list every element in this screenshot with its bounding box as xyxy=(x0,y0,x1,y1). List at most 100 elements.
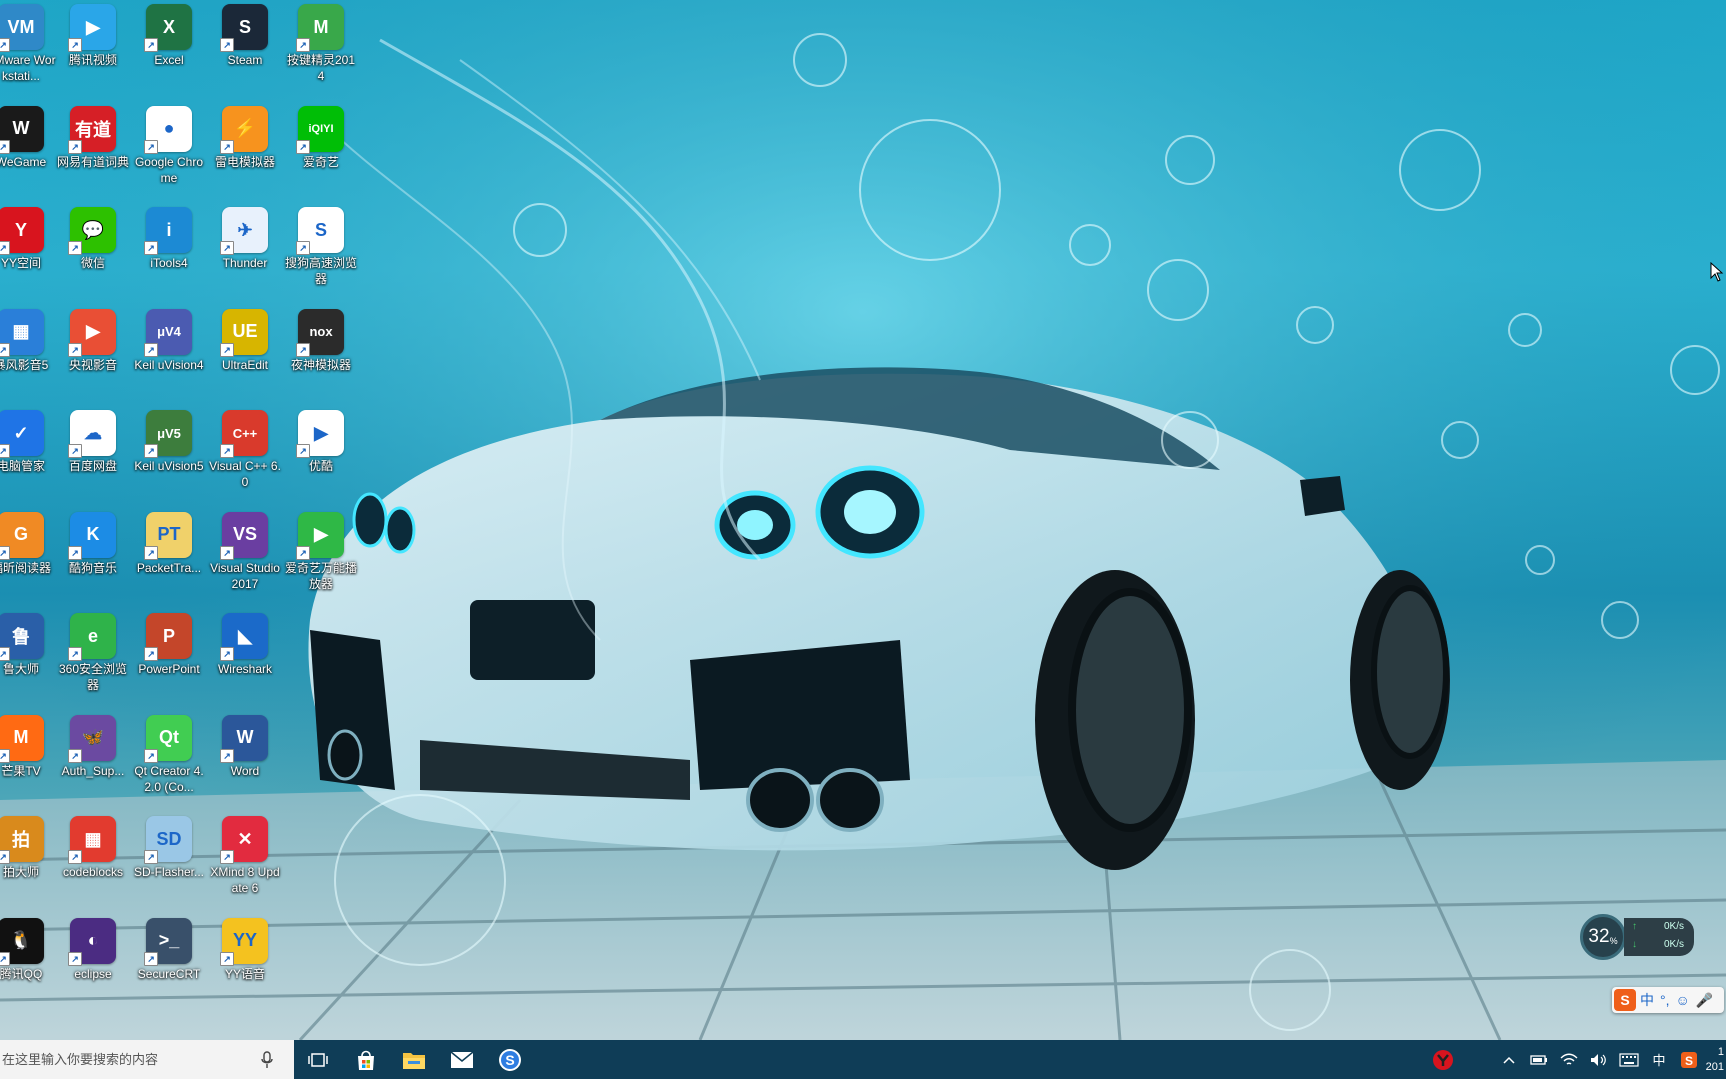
desktop-icon-label: Keil uVision5 xyxy=(134,459,204,473)
desktop-icon-qq[interactable]: 🐧 ↗ 腾讯QQ xyxy=(0,914,59,1010)
shortcut-arrow-icon: ↗ xyxy=(220,342,234,357)
desktop-icon-iqiyi-player[interactable]: ▶ ↗ 爱奇艺万能播放器 xyxy=(283,508,359,604)
desktop-icon-mango-tv[interactable]: M ↗ 芒果TV xyxy=(0,711,59,807)
desktop-icon-sd-flasher[interactable]: SD ↗ SD-Flasher... xyxy=(131,812,207,908)
yy-tray-icon xyxy=(1433,1049,1453,1070)
task-view-icon xyxy=(308,1052,328,1067)
cpu-usage-ring[interactable]: 32% xyxy=(1580,914,1626,960)
shortcut-arrow-icon: ↗ xyxy=(220,647,234,661)
desktop-icon-wechat[interactable]: 💬 ↗ 微信 xyxy=(55,203,131,299)
desktop-icon-label: Thunder xyxy=(222,256,268,270)
taskbar-store-button[interactable] xyxy=(342,1040,390,1079)
task-view-button[interactable] xyxy=(294,1040,342,1079)
shortcut-arrow-icon: ↗ xyxy=(220,139,234,154)
desktop-icon-leidian[interactable]: ⚡ ↗ 雷电模拟器 xyxy=(207,102,283,198)
desktop-icon-sogou-browser[interactable]: S ↗ 搜狗高速浏览器 xyxy=(283,203,359,299)
desktop-icon-label: 酷狗音乐 xyxy=(68,560,117,575)
desktop-icon-label: Visual C++ 6.0 xyxy=(209,459,281,489)
desktop-icon-yy-space[interactable]: Y ↗ YY空间 xyxy=(0,203,59,299)
desktop-icon-wireshark[interactable]: ◣ ↗ Wireshark xyxy=(207,609,283,705)
desktop-icon-paidashi[interactable]: 拍 ↗ 拍大师 xyxy=(0,812,59,908)
desktop-icon-label: 360安全浏览器 xyxy=(58,662,128,692)
shortcut-arrow-icon: ↗ xyxy=(220,38,234,52)
shortcut-arrow-icon: ↗ xyxy=(0,241,10,255)
sogou-ime-toolbar[interactable]: S 中 °, ☺ 🎤 xyxy=(1612,987,1724,1013)
shortcut-arrow-icon: ↗ xyxy=(0,444,10,458)
shortcut-arrow-icon: ↗ xyxy=(220,545,234,560)
desktop-icon-baidu-netdisk[interactable]: ☁ ↗ 百度网盘 xyxy=(55,406,131,502)
desktop-icon-youku[interactable]: ▶ ↗ 优酷 xyxy=(283,406,359,502)
desktop-icon-steam[interactable]: S ↗ Steam xyxy=(207,0,283,96)
taskbar-clock[interactable]: 1 201 xyxy=(1704,1045,1726,1075)
taskbar-search-box[interactable] xyxy=(0,1040,294,1079)
taskbar-file-explorer-button[interactable] xyxy=(390,1040,438,1079)
ime-emoji-icon[interactable]: ☺ xyxy=(1676,992,1690,1008)
desktop-icon-itools[interactable]: i ↗ iTools4 xyxy=(131,203,207,299)
desktop-icon-thunder[interactable]: ✈ ↗ Thunder xyxy=(207,203,283,299)
desktop-icon-xmind[interactable]: ✕ ↗ XMind 8 Update 6 xyxy=(207,812,283,908)
desktop-icon-label: YY语音 xyxy=(224,966,265,981)
shortcut-arrow-icon: ↗ xyxy=(220,444,234,458)
desktop-icon-qt-creator[interactable]: Qt ↗ Qt Creator 4.2.0 (Co... xyxy=(131,711,207,807)
sogou-tray-button[interactable]: S xyxy=(1674,1040,1704,1079)
desktop-icon-anjian[interactable]: M ↗ 按键精灵2014 xyxy=(283,0,359,96)
microphone-icon[interactable] xyxy=(260,1050,274,1069)
taskbar-mail-button[interactable] xyxy=(438,1040,486,1079)
desktop-icon-iqiyi[interactable]: iQIYI ↗ 爱奇艺 xyxy=(283,102,359,198)
desktop-icon-ultraedit[interactable]: UE ↗ UltraEdit xyxy=(207,305,283,401)
desktop-icon-visual-studio[interactable]: VS ↗ Visual Studio 2017 xyxy=(207,508,283,604)
desktop-icon-label: Excel xyxy=(154,53,184,67)
desktop-icon-tencent-video[interactable]: ▶ ↗ 腾讯视频 xyxy=(55,0,131,96)
desktop-icon-foxit[interactable]: G↗福昕阅读器 xyxy=(0,508,59,604)
baidu-netdisk-icon: ☁ ↗ xyxy=(68,410,116,458)
desktop-icon-label: iTools4 xyxy=(150,256,188,270)
desktop-icon-codeblocks[interactable]: ▦ ↗ codeblocks xyxy=(55,812,131,908)
show-hidden-icons-button[interactable] xyxy=(1494,1040,1524,1079)
taskbar-sogou-browser-button[interactable]: S xyxy=(486,1040,534,1079)
desktop-icon-packet-tracer[interactable]: PT ↗ PacketTra... xyxy=(131,508,207,604)
volume-tray-button[interactable] xyxy=(1584,1040,1614,1079)
search-input[interactable] xyxy=(0,1043,254,1076)
desktop-icon-vmware[interactable]: VM↗VMware Workstati... xyxy=(0,0,59,96)
shortcut-arrow-icon: ↗ xyxy=(144,545,158,560)
desktop-icon-yy-voice[interactable]: YY ↗ YY语音 xyxy=(207,914,283,1010)
shortcut-arrow-icon: ↗ xyxy=(0,850,10,864)
desktop-icon-label: 腾讯QQ xyxy=(0,966,43,981)
desktop-icon-label: 微信 xyxy=(80,256,105,270)
desktop-icon-excel[interactable]: X ↗ Excel xyxy=(131,0,207,96)
desktop-icon-label: eclipse xyxy=(74,966,112,981)
ime-mode-toggle[interactable]: 中 xyxy=(1640,990,1654,1010)
battery-tray-button[interactable] xyxy=(1524,1040,1554,1079)
desktop-icon-eclipse[interactable]: ◐ ↗ eclipse xyxy=(55,914,131,1010)
svg-text:S: S xyxy=(1685,1054,1693,1068)
touch-keyboard-button[interactable] xyxy=(1614,1040,1644,1079)
desktop-icon-pc-manager[interactable]: ✓ ↗ 电脑管家 xyxy=(0,406,59,502)
desktop-icon-word[interactable]: W ↗ Word xyxy=(207,711,283,807)
desktop-icon-wegame[interactable]: W ↗ WeGame xyxy=(0,102,59,198)
input-language-button[interactable]: 中 xyxy=(1644,1040,1674,1079)
network-speed-widget[interactable]: 32% ↑ 0K/s ↓ 0K/s xyxy=(1580,914,1698,960)
desktop-icon-vc6[interactable]: C++ ↗ Visual C++ 6.0 xyxy=(207,406,283,502)
desktop-icon-securecrt[interactable]: >_ ↗ SecureCRT xyxy=(131,914,207,1010)
securecrt-icon: >_ ↗ xyxy=(144,917,192,966)
desktop-icon-baofeng[interactable]: ▦↗暴风影音5 xyxy=(0,305,59,401)
desktop-icon-keil4[interactable]: μV4 ↗ Keil uVision4 xyxy=(131,305,207,401)
sogou-logo-icon[interactable]: S xyxy=(1614,989,1636,1011)
itools-icon: i ↗ xyxy=(144,207,192,255)
ime-punct-toggle[interactable]: °, xyxy=(1660,992,1670,1008)
desktop-icon-ludashi[interactable]: 鲁 ↗ 鲁大师 xyxy=(0,609,59,705)
desktop-icon-auth-sup[interactable]: 🦋 ↗ Auth_Sup... xyxy=(55,711,131,807)
desktop-icon-cctv-video[interactable]: ▶ ↗ 央视影音 xyxy=(55,305,131,401)
desktop-icon-powerpoint[interactable]: P ↗ PowerPoint xyxy=(131,609,207,705)
wifi-tray-button[interactable] xyxy=(1554,1040,1584,1079)
desktop-icon-keil5[interactable]: μV5 ↗ Keil uVision5 xyxy=(131,406,207,502)
desktop-icon-youdao[interactable]: 有道 ↗ 网易有道词典 xyxy=(55,102,131,198)
shortcut-arrow-icon: ↗ xyxy=(68,342,82,357)
desktop-icon-360-browser[interactable]: e ↗ 360安全浏览器 xyxy=(55,609,131,705)
ime-mic-icon[interactable]: 🎤 xyxy=(1696,992,1713,1009)
desktop-icon-chrome[interactable]: ● ↗ Google Chrome xyxy=(131,102,207,198)
tray-yy-icon[interactable] xyxy=(1428,1040,1458,1079)
desktop-icon-nox[interactable]: nox ↗ 夜神模拟器 xyxy=(283,305,359,401)
desktop-icon-label: 搜狗高速浏览器 xyxy=(285,256,358,286)
desktop-icon-kugou[interactable]: K ↗ 酷狗音乐 xyxy=(55,508,131,604)
